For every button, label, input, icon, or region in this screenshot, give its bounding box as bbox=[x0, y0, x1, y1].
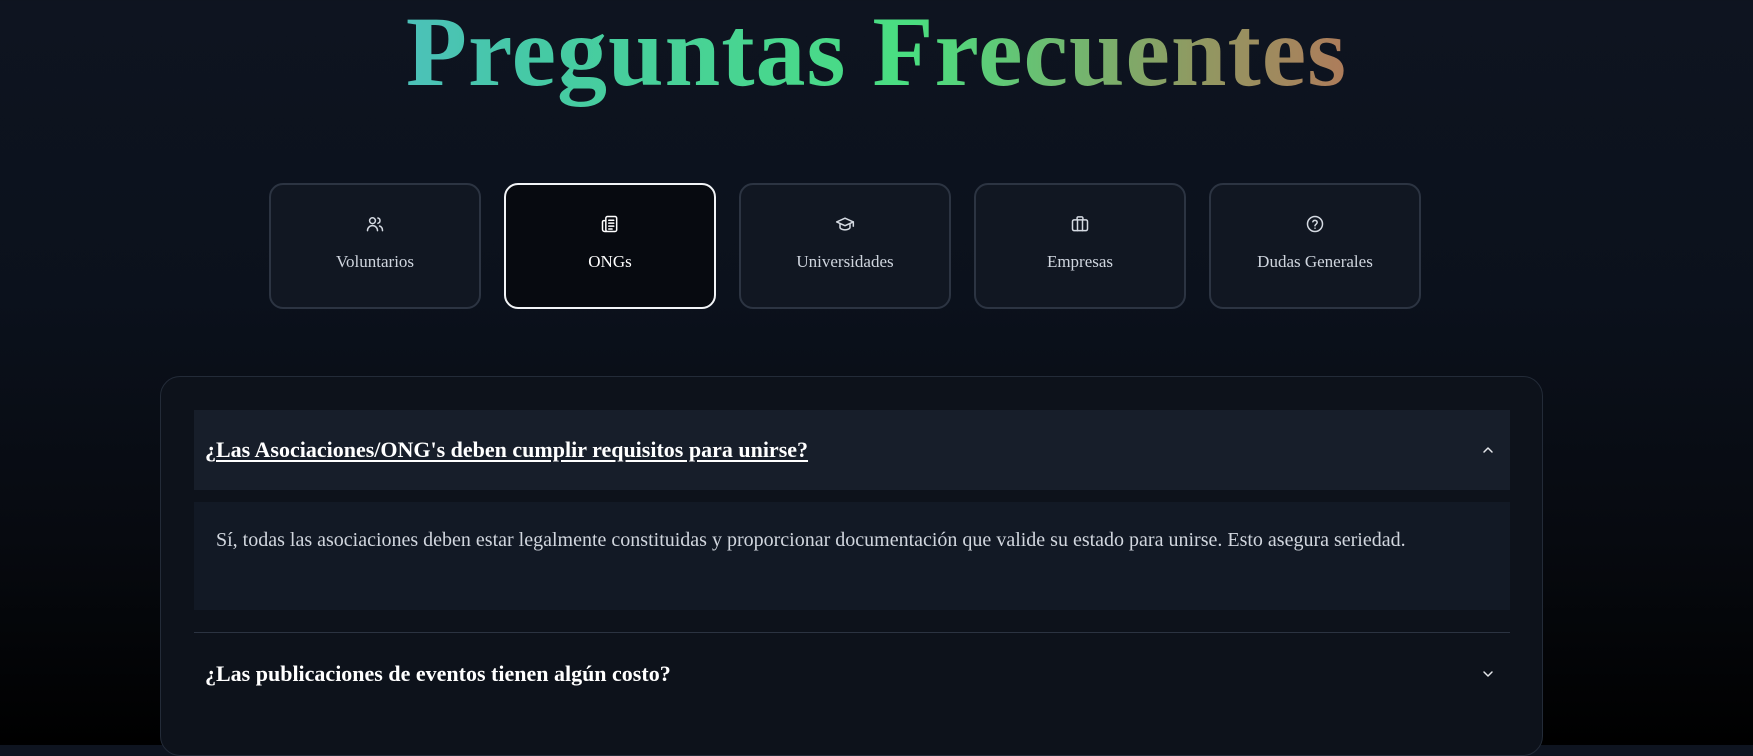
faq-question-requisitos[interactable]: ¿Las Asociaciones/ONG's deben cumplir re… bbox=[194, 410, 1510, 490]
tab-label: ONGs bbox=[588, 252, 632, 271]
tab-voluntarios[interactable]: Voluntarios bbox=[269, 183, 481, 309]
page-title: Preguntas Frecuentes bbox=[0, 0, 1753, 109]
faq-question-text: ¿Las Asociaciones/ONG's deben cumplir re… bbox=[205, 437, 808, 463]
tab-empresas[interactable]: Empresas bbox=[974, 183, 1186, 309]
question-link[interactable]: Las Asociaciones/ONG's deben cumplir req… bbox=[216, 437, 808, 462]
help-circle-icon bbox=[1304, 213, 1326, 235]
chevron-down-icon[interactable] bbox=[1478, 664, 1498, 684]
category-tabs: Voluntarios ONGs Universidades Empresas … bbox=[269, 183, 1421, 309]
faq-question-text: ¿Las publicaciones de eventos tienen alg… bbox=[205, 661, 671, 686]
question-prefix: ¿ bbox=[205, 437, 216, 462]
faq-question-costo[interactable]: ¿Las publicaciones de eventos tienen alg… bbox=[194, 633, 1510, 715]
tab-label: Dudas Generales bbox=[1257, 252, 1373, 271]
briefcase-icon bbox=[1069, 213, 1091, 235]
newspaper-icon bbox=[599, 213, 621, 235]
faq-panel: ¿Las Asociaciones/ONG's deben cumplir re… bbox=[160, 376, 1543, 756]
tab-universidades[interactable]: Universidades bbox=[739, 183, 951, 309]
tab-label: Empresas bbox=[1046, 252, 1114, 271]
graduation-cap-icon bbox=[834, 213, 856, 235]
chevron-up-icon[interactable] bbox=[1478, 440, 1498, 460]
tab-dudas-generales[interactable]: Dudas Generales bbox=[1209, 183, 1421, 309]
users-icon bbox=[364, 213, 386, 235]
tab-label: Universidades bbox=[796, 252, 894, 271]
tab-ongs[interactable]: ONGs bbox=[504, 183, 716, 309]
tab-label: Voluntarios bbox=[335, 252, 415, 271]
faq-answer-requisitos: Sí, todas las asociaciones deben estar l… bbox=[194, 502, 1510, 610]
